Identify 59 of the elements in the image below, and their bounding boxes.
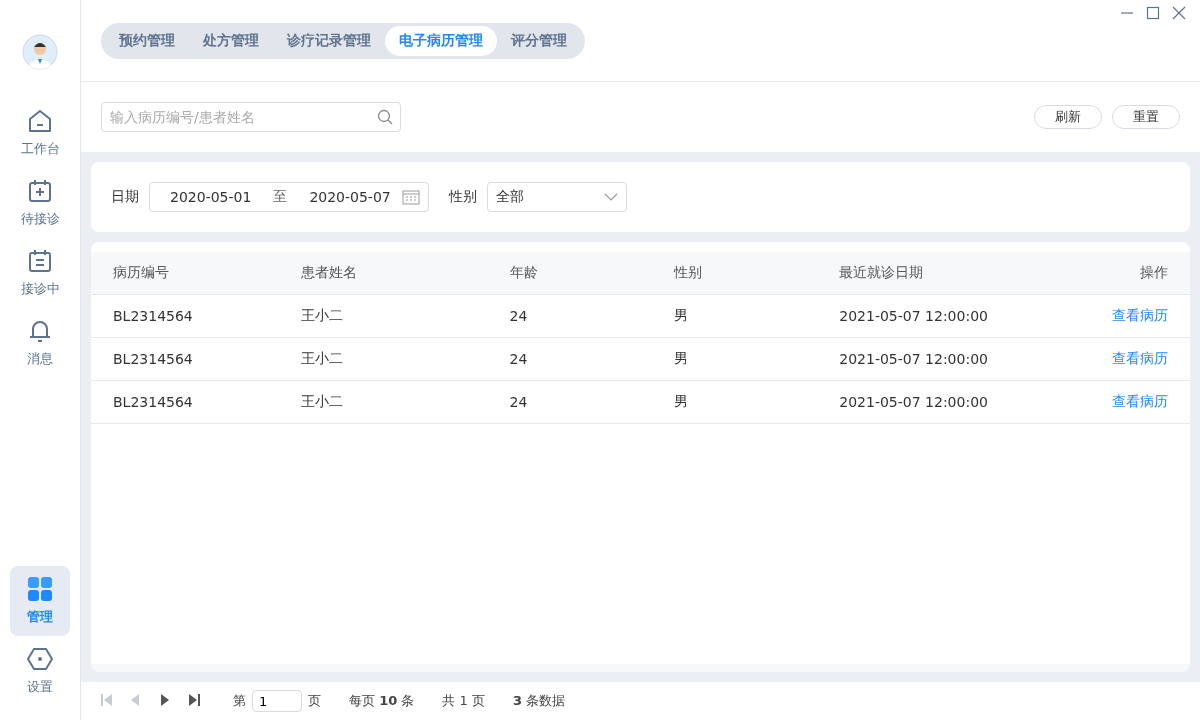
table-cell: 王小二 — [300, 350, 343, 366]
hexagon-icon — [27, 646, 53, 672]
table-cell: 2021-05-07 12:00:00 — [839, 351, 988, 367]
pill-button[interactable]: 刷新 — [1034, 105, 1102, 129]
total-pages-text: 共 1 页 — [442, 692, 485, 710]
table-cell: BL2314564 — [113, 351, 193, 367]
grid-icon — [27, 576, 53, 602]
table-cell: BL2314564 — [113, 308, 193, 324]
table-cell: 2021-05-07 12:00:00 — [839, 308, 988, 324]
per-page-text: 每页 10 条 — [349, 692, 415, 710]
view-record-link[interactable]: 查看病历 — [1112, 307, 1168, 323]
sidebar-item[interactable]: 消息 — [10, 308, 70, 378]
calendar-plus-icon — [27, 178, 53, 204]
table-cell: 男 — [674, 393, 689, 409]
table-cell: BL2314564 — [113, 394, 193, 410]
maximize-icon[interactable] — [1146, 6, 1160, 20]
sidebar-item[interactable]: 工作台 — [10, 98, 70, 168]
date-label: 日期 — [111, 188, 139, 206]
column-header: 操作 — [1140, 264, 1168, 280]
close-icon[interactable] — [1172, 6, 1186, 20]
table-cell: 王小二 — [300, 307, 343, 323]
column-header: 最近就诊日期 — [839, 264, 924, 280]
tab[interactable]: 评分管理 — [497, 25, 581, 56]
search-icon[interactable] — [377, 109, 393, 125]
column-header: 患者姓名 — [300, 264, 357, 280]
view-record-link[interactable]: 查看病历 — [1112, 350, 1168, 366]
column-header: 年龄 — [509, 264, 538, 280]
gender-label: 性别 — [449, 188, 477, 206]
tab[interactable]: 预约管理 — [105, 25, 189, 56]
sidebar-item[interactable]: 接诊中 — [10, 238, 70, 308]
page-suffix: 页 — [308, 692, 321, 710]
house-icon — [27, 108, 53, 134]
table-cell: 24 — [509, 394, 528, 410]
table-cell: 24 — [509, 308, 528, 324]
gender-dropdown[interactable]: 全部 — [487, 182, 627, 212]
view-record-link[interactable]: 查看病历 — [1112, 393, 1168, 409]
tab[interactable]: 处方管理 — [189, 25, 273, 56]
date-range-field[interactable]: 2020-05-01 至 2020-05-07 — [149, 182, 429, 212]
search-field[interactable]: 输入病历编号/患者姓名 — [101, 102, 401, 132]
table-cell: 男 — [674, 307, 689, 323]
table-cell: 24 — [509, 351, 528, 367]
tab[interactable]: 电子病历管理 — [385, 25, 497, 56]
sidebar-item[interactable]: 待接诊 — [10, 168, 70, 238]
column-header: 病历编号 — [113, 264, 169, 280]
table-cell: 王小二 — [300, 393, 343, 409]
table-cell: 男 — [674, 350, 689, 366]
chevron-down-icon — [604, 193, 618, 201]
page-input[interactable]: 1 — [252, 690, 302, 712]
page-prefix: 第 — [233, 692, 246, 710]
pill-button[interactable]: 重置 — [1112, 105, 1180, 129]
table-cell: 2021-05-07 12:00:00 — [839, 394, 988, 410]
avatar-icon[interactable] — [22, 34, 58, 70]
total-count-text: 3 条数据 — [512, 692, 566, 710]
calendar-icon — [27, 248, 53, 274]
sidebar-item[interactable]: 管理 — [10, 566, 70, 636]
sidebar-item[interactable]: 设置 — [10, 636, 70, 706]
tab[interactable]: 诊疗记录管理 — [273, 25, 385, 56]
column-header: 性别 — [674, 264, 703, 280]
last-page-icon[interactable] — [186, 691, 202, 708]
